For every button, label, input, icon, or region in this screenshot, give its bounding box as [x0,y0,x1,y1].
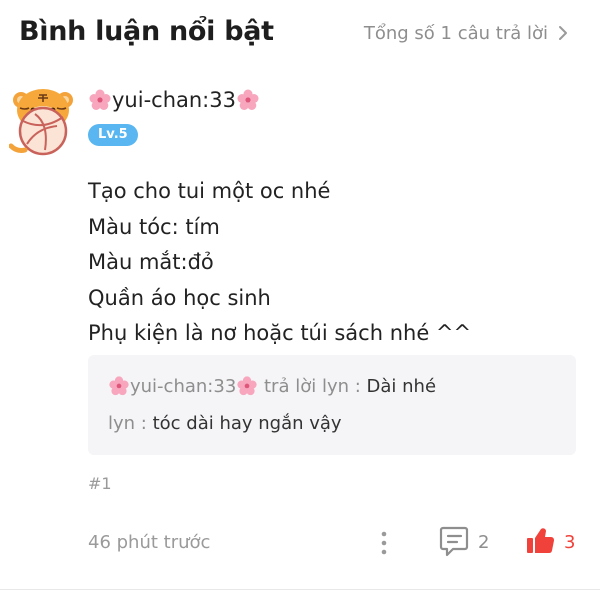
comment-line: Màu tóc: tím [88,214,220,239]
thumbs-up-icon[interactable] [525,526,555,556]
sakura-icon [237,376,257,396]
more-options-icon[interactable] [377,528,391,558]
reply-item: lyn : tóc dài hay ngắn vậy [108,413,342,434]
comment-count: 2 [478,532,490,553]
comment-author[interactable]: yui-chan:33 [88,88,260,112]
comment-line: Quần áo học sinh [88,285,271,310]
comment-footer: 46 phút trước 2 3 [0,520,600,570]
comment-line: Tạo cho tui một oc nhé [88,179,331,203]
reply-item: yui-chan:33 trả lời lyn : Dài nhé [108,375,436,397]
reply-text: Dài nhé [366,375,437,397]
reply-preview-box[interactable]: yui-chan:33 trả lời lyn : Dài nhé lyn : … [88,355,576,455]
floor-number: #1 [88,474,112,493]
total-replies-link[interactable]: Tổng số 1 câu trả lời [364,23,548,44]
section-header: Bình luận nổi bật Tổng số 1 câu trả lời [0,0,600,70]
section-title: Bình luận nổi bật [19,16,274,47]
avatar[interactable] [9,86,77,156]
reply-author[interactable]: yui-chan:33 trả lời lyn : [108,375,367,397]
divider [0,589,600,590]
chevron-right-icon[interactable] [552,22,574,44]
reply-text: tóc dài hay ngắn vậy [152,413,342,434]
comment-icon[interactable] [438,524,470,558]
level-badge: Lv.5 [88,124,138,146]
comment-line: Màu mắt:đỏ [88,250,214,274]
reply-author-name: yui-chan:33 [130,375,237,397]
sakura-icon [89,89,111,110]
sakura-icon [109,376,129,396]
reply-author-name[interactable]: lyn : [108,413,153,434]
sakura-icon [237,89,259,110]
reply-action: trả lời lyn : [258,375,367,397]
comment-line: Phụ kiện là nơ hoặc túi sách nhé ^^ [88,321,472,345]
comment-body: Tạo cho tui một oc nhé Màu tóc: tím Màu … [88,174,471,352]
timestamp: 46 phút trước [88,532,211,553]
author-name: yui-chan:33 [112,88,236,112]
like-count: 3 [564,532,576,553]
